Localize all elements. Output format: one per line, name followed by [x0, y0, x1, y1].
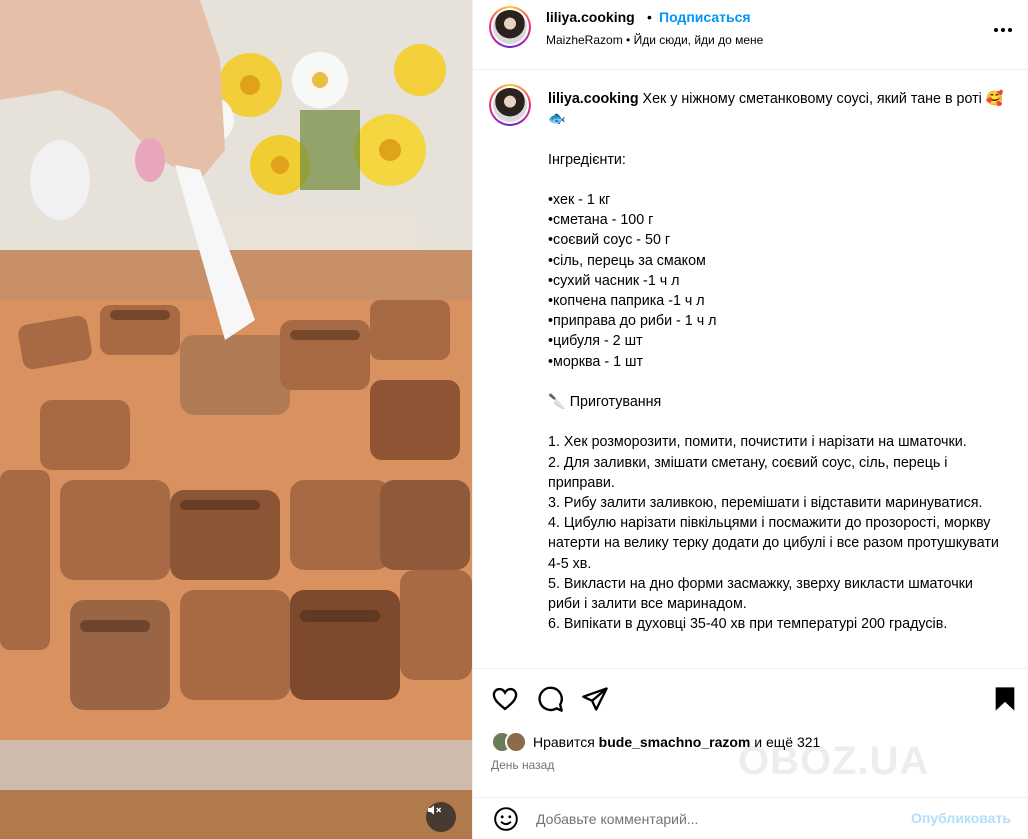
watermark-logo: OBOZ.UA — [738, 739, 930, 783]
post-comment-button[interactable]: Опубликовать — [911, 810, 1011, 826]
post-media[interactable] — [0, 0, 472, 839]
audio-track[interactable]: MaizheRazom • Йди сюди, йди до мене — [546, 33, 763, 47]
post-header: liliya.cooking • Подписаться MaizheRazom… — [473, 0, 1028, 70]
caption-section: liliya.cooking Хек у ніжному сметанковом… — [473, 70, 1028, 668]
author-username[interactable]: liliya.cooking — [546, 9, 635, 25]
more-horizontal-icon — [994, 28, 998, 32]
post-panel: liliya.cooking • Подписаться MaizheRazom… — [472, 0, 1028, 839]
mute-button[interactable] — [426, 802, 456, 832]
comment-icon[interactable] — [536, 685, 564, 713]
caption-username[interactable]: liliya.cooking — [548, 91, 639, 107]
likes-prefix: Нравится — [533, 734, 599, 750]
caption-body: Хек у ніжному сметанковому соусі, який т… — [548, 91, 1004, 633]
paper-plane-icon[interactable] — [581, 685, 609, 713]
food-photo — [0, 0, 472, 839]
post-time[interactable]: День назад — [491, 758, 554, 772]
liker-username[interactable]: bude_smachno_razom — [599, 734, 751, 750]
more-options-button[interactable] — [991, 18, 1015, 42]
bookmark-icon[interactable] — [991, 685, 1019, 713]
speaker-muted-icon — [428, 805, 442, 815]
author-avatar[interactable] — [489, 6, 531, 48]
separator-dot: • — [647, 9, 652, 25]
follow-button[interactable]: Подписаться — [659, 9, 751, 25]
caption-avatar[interactable] — [489, 84, 531, 126]
comment-bar: Опубликовать — [473, 797, 1028, 839]
liker-avatar — [505, 731, 527, 753]
heart-icon[interactable] — [491, 685, 519, 713]
comment-input[interactable] — [536, 807, 896, 831]
smiley-icon[interactable] — [493, 806, 519, 832]
actions-section: Нравится bude_smachno_razom и ещё 321 Де… — [473, 668, 1028, 839]
caption-text: liliya.cooking Хек у ніжному сметанковом… — [548, 89, 1008, 634]
